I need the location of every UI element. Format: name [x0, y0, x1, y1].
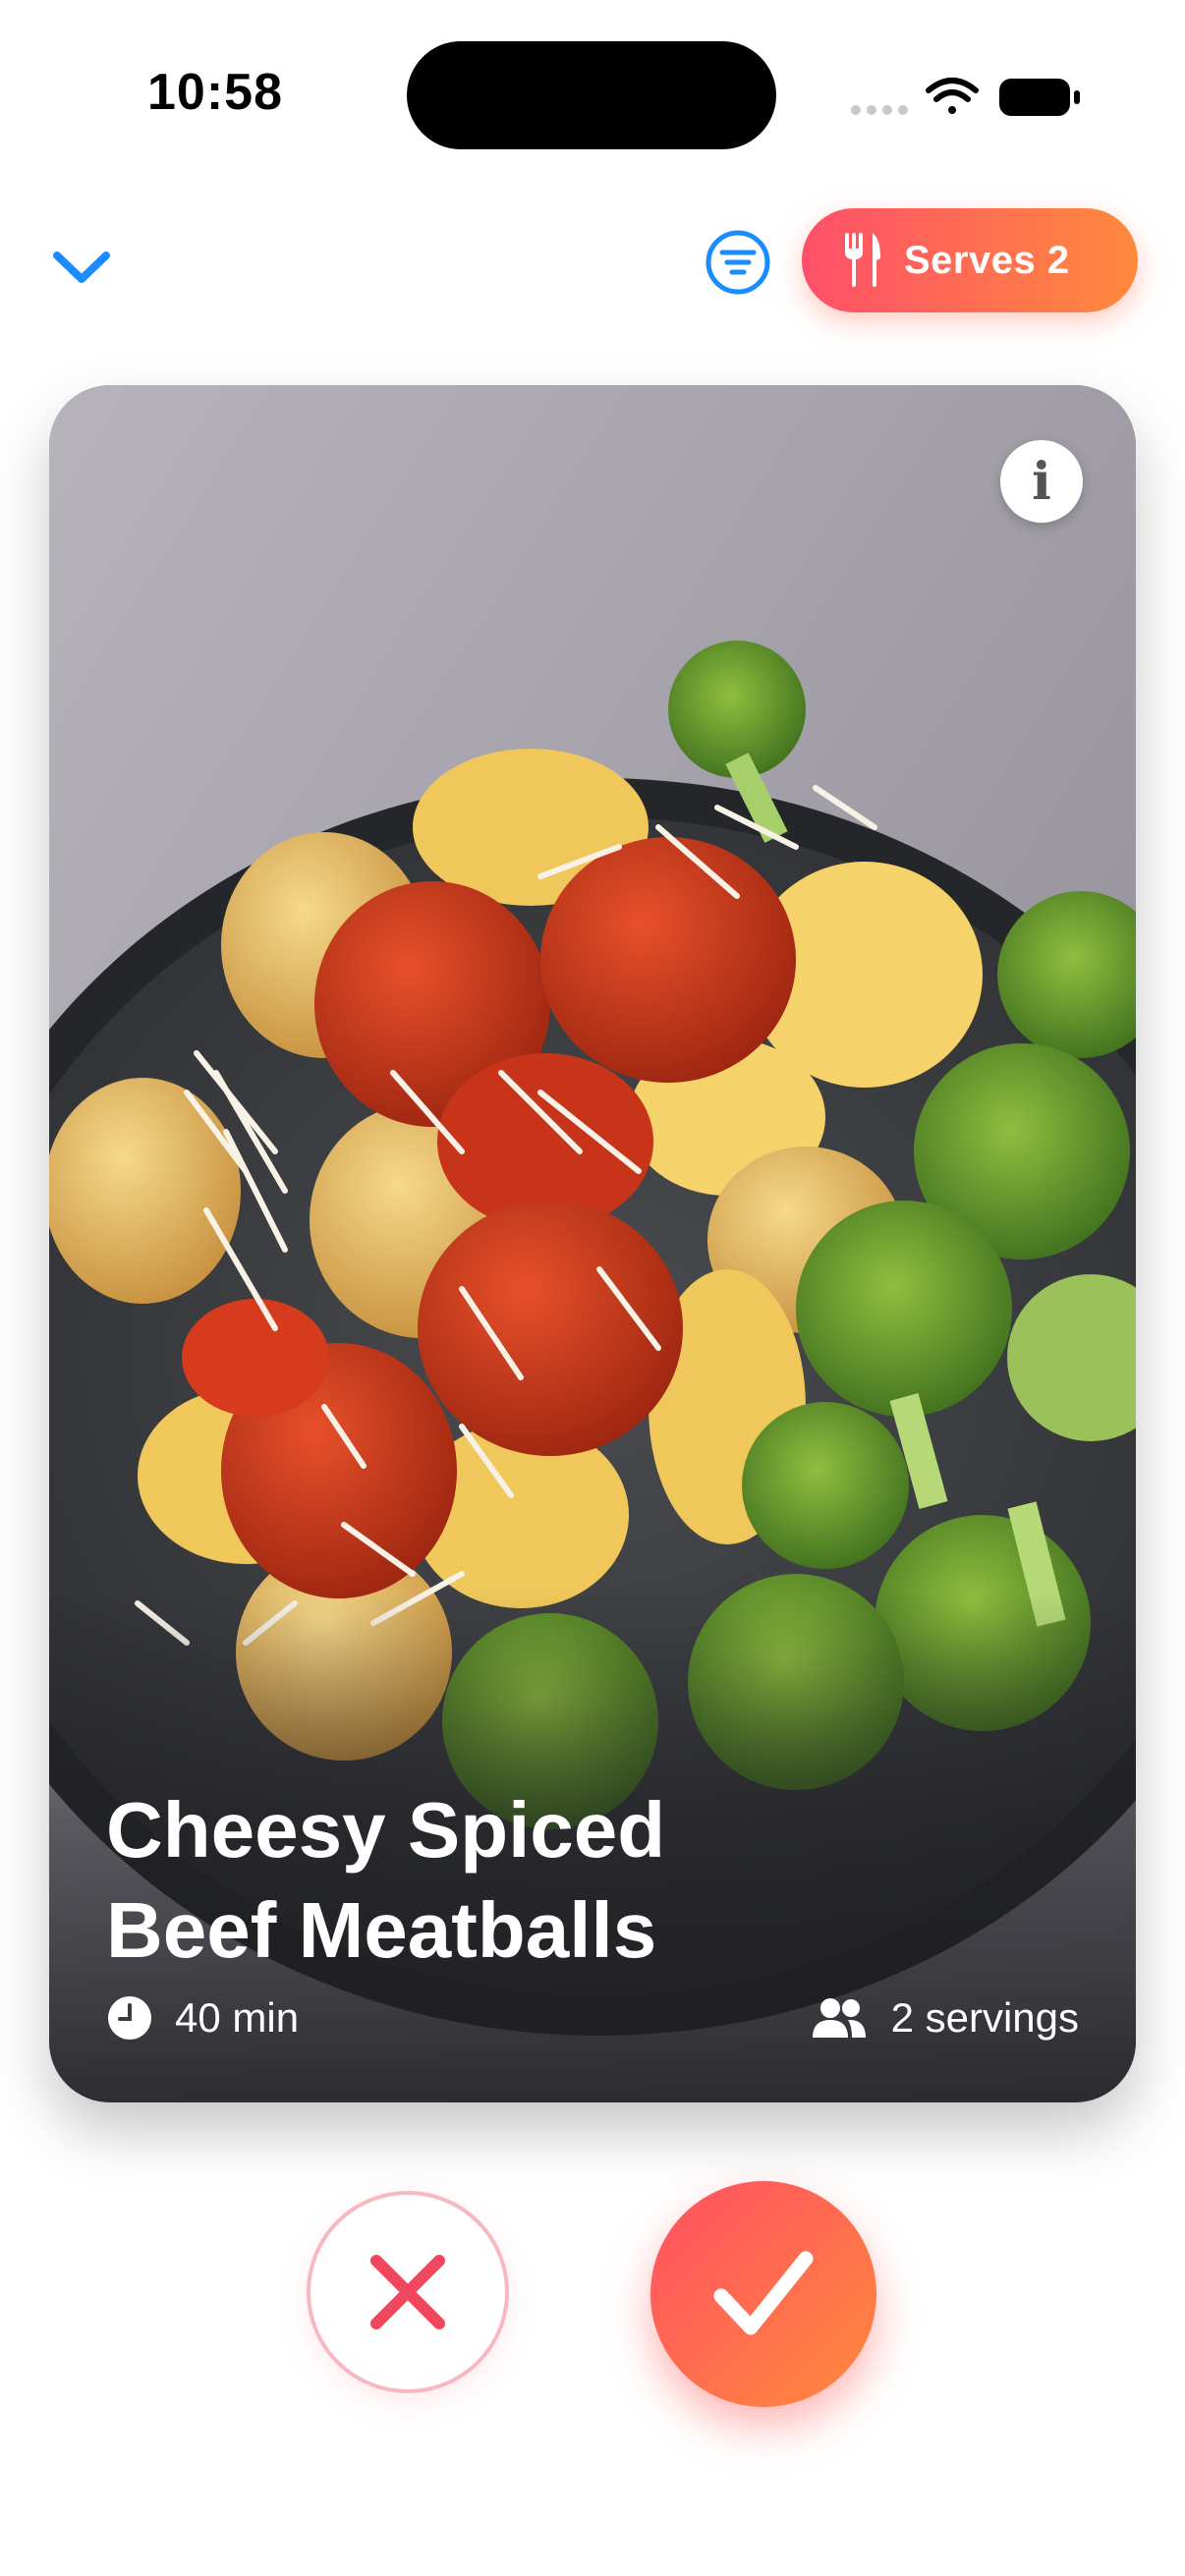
collapse-button[interactable]: [47, 238, 116, 297]
close-icon: [370, 2255, 445, 2329]
servings-text: 2 servings: [890, 1994, 1079, 2041]
battery-icon: [999, 79, 1080, 116]
clock-icon: [108, 1996, 151, 2040]
wifi-icon: [926, 78, 979, 114]
info-icon: i: [1032, 451, 1051, 512]
fork-knife-icon: [845, 233, 880, 287]
serves-label: Serves 2: [904, 238, 1070, 282]
recipe-title: Cheesy Spiced Beef Meatballs: [106, 1780, 892, 1981]
reject-button[interactable]: [307, 2191, 509, 2393]
recipe-title-line1: Cheesy Spiced: [106, 1786, 666, 1874]
servings: 2 servings: [809, 1988, 1079, 2047]
filter-button[interactable]: [704, 228, 772, 297]
signal-icon: [851, 105, 908, 115]
recipe-title-line2: Beef Meatballs: [106, 1886, 657, 1974]
dynamic-island: [407, 41, 776, 149]
chevron-down-icon: [53, 252, 110, 283]
recipe-card[interactable]: i Cheesy Spiced Beef Meatballs 40 min 2 …: [49, 385, 1136, 2102]
top-toolbar: Serves 2: [0, 196, 1185, 324]
info-button[interactable]: i: [1000, 440, 1083, 523]
checkmark-icon: [713, 2251, 814, 2335]
filter-icon: [705, 230, 770, 295]
status-icons: [851, 78, 1080, 116]
cook-time-text: 40 min: [175, 1994, 300, 2041]
people-icon: [812, 1998, 866, 2038]
accept-button[interactable]: [650, 2181, 876, 2407]
status-time: 10:58: [147, 64, 283, 121]
cook-time: 40 min: [106, 1988, 299, 2047]
serves-button[interactable]: Serves 2: [802, 208, 1138, 312]
recipe-meta: 40 min 2 servings: [106, 1988, 1079, 2047]
status-bar: 10:58: [0, 0, 1185, 196]
